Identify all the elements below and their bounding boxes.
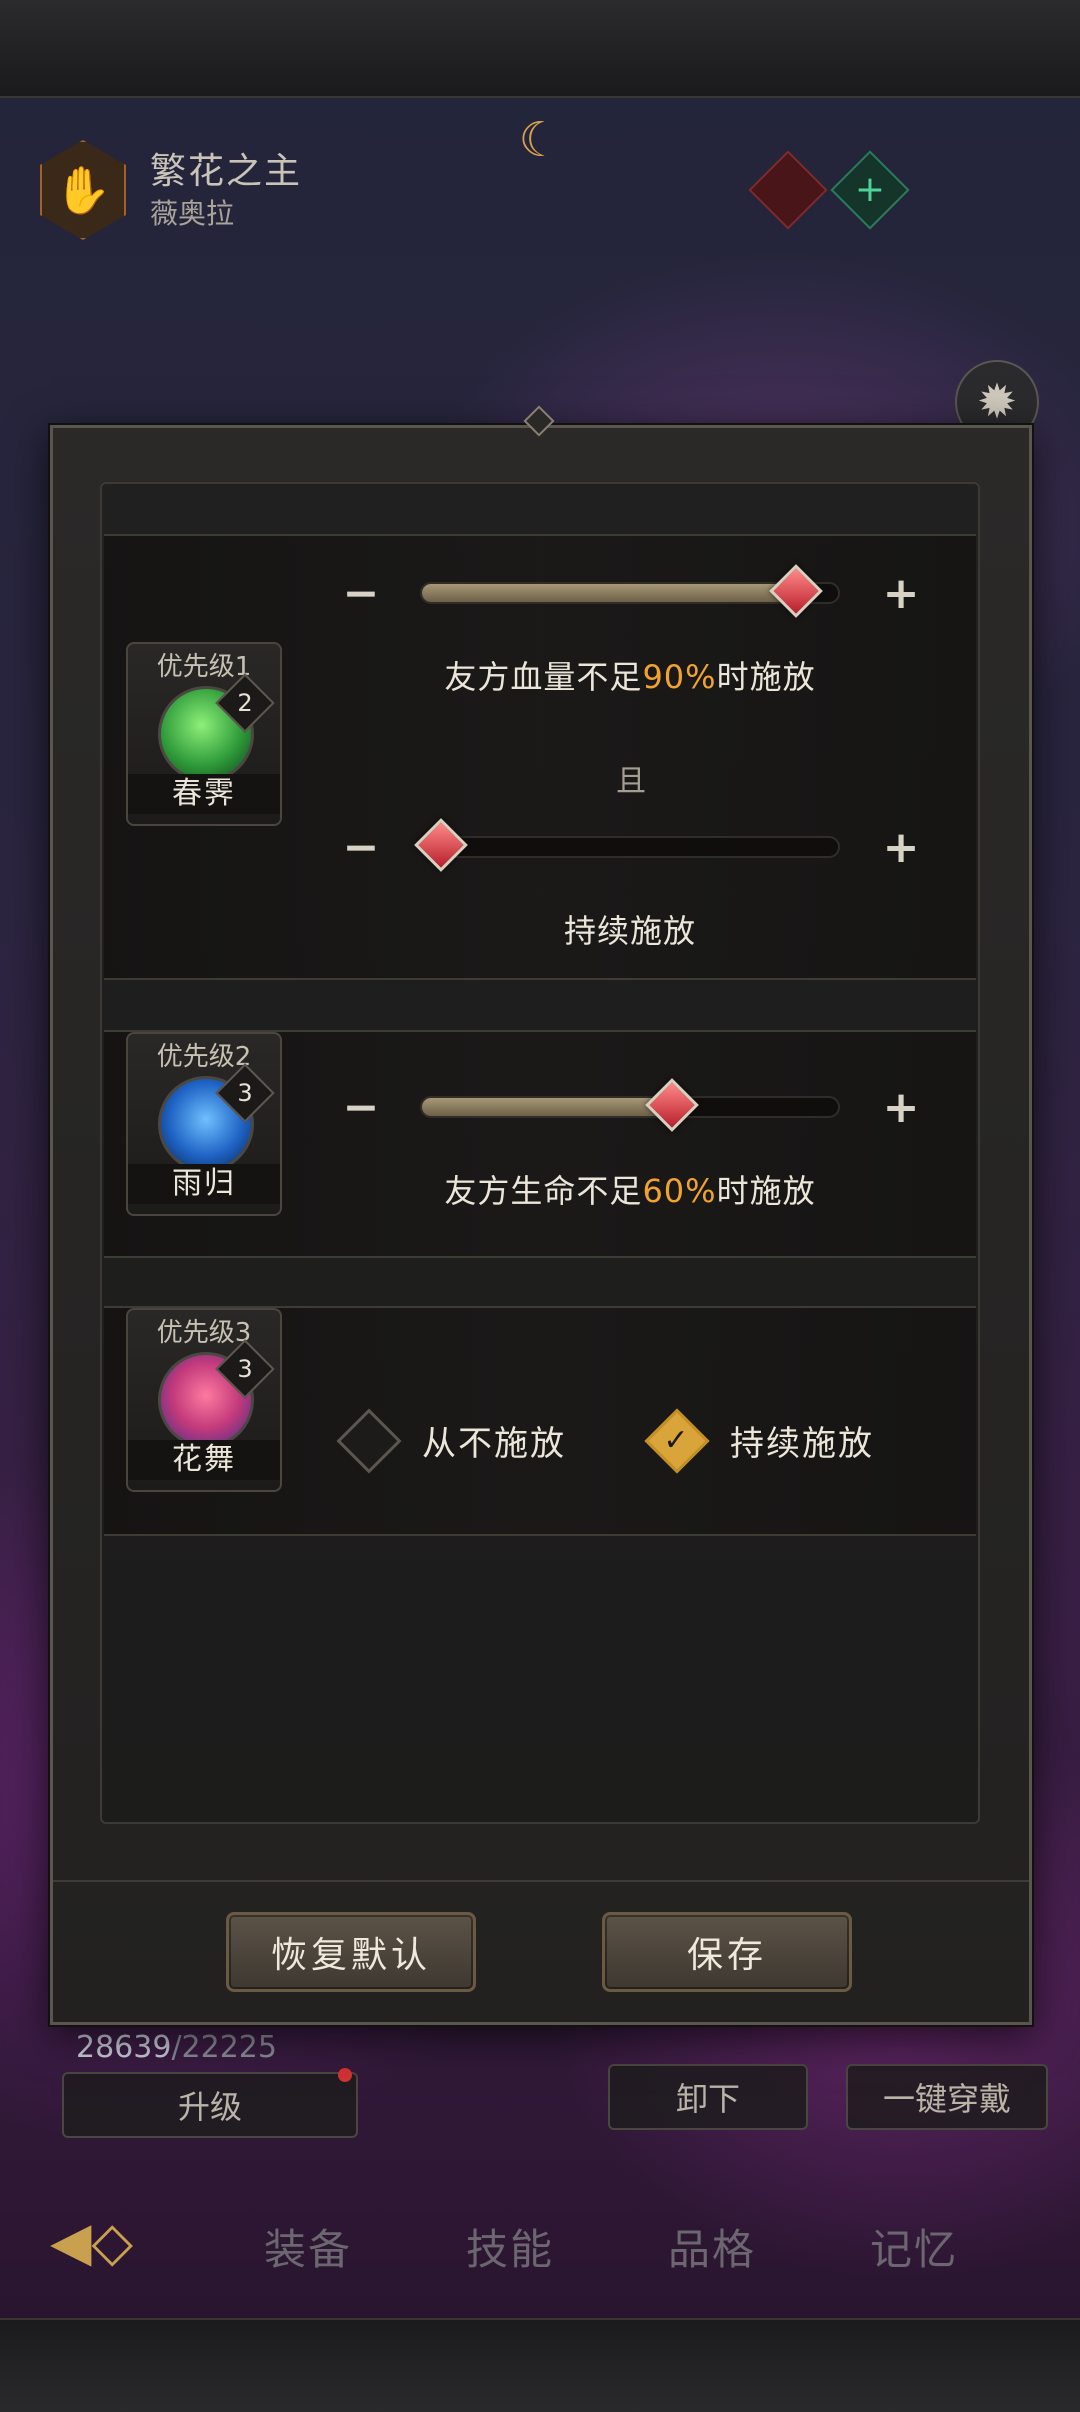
slider-fill [422, 584, 797, 602]
hero-subtitle: 薇奥拉 [150, 197, 235, 230]
minus-icon[interactable]: − [332, 564, 390, 622]
checkbox-icon [336, 1407, 402, 1474]
resource-current: 28639 [76, 2030, 172, 2065]
condition-percent: 60% [642, 1172, 717, 1210]
condition-prefix: 友方血量不足 [444, 658, 643, 696]
condition-suffix: 时施放 [716, 1172, 816, 1210]
condition-text: 持续施放 [563, 912, 696, 950]
skill-name: 春霁 [128, 774, 280, 814]
notification-dot [338, 2068, 352, 2082]
option-label: 持续施放 [730, 1424, 874, 1464]
condition-suffix: 时施放 [716, 658, 816, 696]
equip-all-button[interactable]: 一键穿戴 [846, 2064, 1048, 2130]
check-icon: ✓ [644, 1407, 710, 1474]
and-joiner: 且 [616, 764, 646, 799]
bottom-strip [0, 2318, 1080, 2412]
dialog-footer-divider [53, 1880, 1029, 1882]
plus-icon[interactable]: + [872, 1078, 930, 1136]
condition-text: 友方血量不足90%时施放 [380, 652, 880, 698]
top-strip [0, 0, 1080, 98]
resource-counter: 28639/22225 [76, 2030, 277, 2065]
option-never-cast[interactable]: 从不施放 [336, 1407, 566, 1474]
plus-icon[interactable]: + [872, 564, 930, 622]
priority-label: 优先级2 [156, 1042, 252, 1072]
skill-card-1[interactable]: 优先级1 2 春霁 [126, 642, 282, 826]
skill-name: 花舞 [128, 1440, 280, 1480]
priority-label: 优先级1 [156, 652, 252, 682]
condition-percent: 90% [642, 658, 717, 696]
condition-text: 友方生命不足60%时施放 [380, 1166, 880, 1212]
minus-icon[interactable]: − [332, 1078, 390, 1136]
option-always-cast[interactable]: ✓ 持续施放 [644, 1407, 874, 1474]
slider-fill [422, 1098, 672, 1116]
save-button[interactable]: 保存 [602, 1912, 852, 1992]
upgrade-button[interactable]: 升级 [62, 2072, 358, 2138]
condition-prefix: 友方生命不足 [444, 1172, 643, 1210]
skill-card-3[interactable]: 优先级3 3 花舞 [126, 1308, 282, 1492]
hero-title: 繁花之主 [150, 151, 303, 192]
resource-max: 22225 [181, 2030, 277, 2065]
minus-icon[interactable]: − [332, 818, 390, 876]
tab-skills[interactable]: 技能 [466, 2216, 554, 2277]
threshold-slider[interactable] [414, 818, 840, 872]
tab-equipment[interactable]: 装备 [264, 2216, 352, 2277]
skill-card-2[interactable]: 优先级2 3 雨归 [126, 1032, 282, 1216]
unequip-button[interactable]: 卸下 [608, 2064, 808, 2130]
reset-default-button[interactable]: 恢复默认 [226, 1912, 476, 1992]
skill-name: 雨归 [128, 1164, 280, 1204]
crescent-crest-icon: ☾ [518, 112, 562, 168]
threshold-slider[interactable] [420, 1078, 840, 1132]
tab-memory[interactable]: 记忆 [870, 2216, 958, 2277]
back-arrow-icon[interactable]: ◀◇ [50, 2210, 200, 2280]
plus-icon[interactable]: + [872, 818, 930, 876]
option-label: 从不施放 [422, 1424, 566, 1464]
resource-separator: / [171, 2030, 182, 2065]
threshold-slider[interactable] [420, 564, 840, 618]
tab-character[interactable]: 品格 [668, 2216, 756, 2277]
priority-label: 优先级3 [156, 1318, 252, 1348]
